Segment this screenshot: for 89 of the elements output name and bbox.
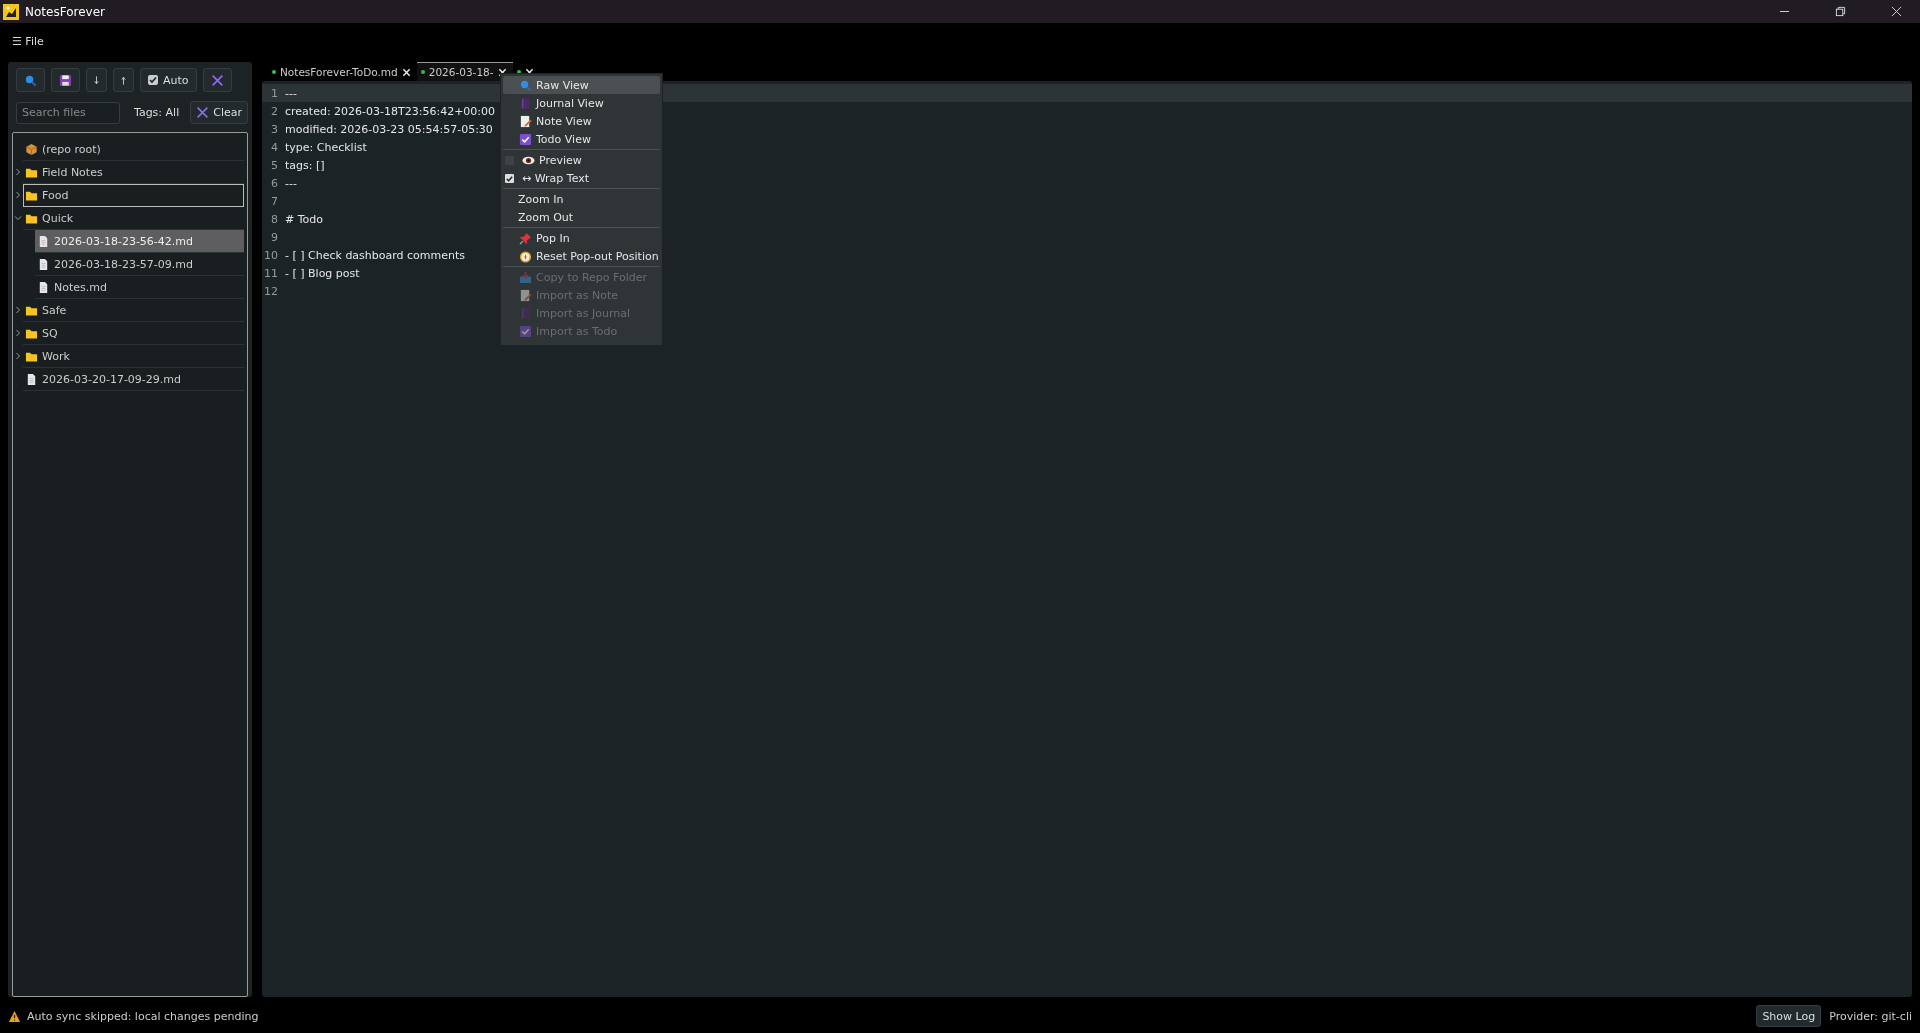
compass-icon [519, 249, 532, 263]
line-number: 6 [270, 176, 279, 190]
line-number: 11 [263, 266, 279, 280]
folder-item[interactable]: Work [23, 345, 244, 368]
document-icon [37, 234, 50, 248]
menu-item[interactable]: Zoom In [503, 190, 660, 208]
menu-item[interactable]: Todo View [503, 130, 660, 148]
folder-item[interactable]: SQ [23, 322, 244, 345]
file-item[interactable]: Notes.md [35, 276, 244, 299]
file-item[interactable]: 2026-03-18-23-57-09.md [35, 253, 244, 276]
status-dot-icon [420, 70, 425, 74]
menu-item[interactable]: Zoom Out [503, 208, 660, 226]
code-line: - [ ] Check dashboard comments [285, 248, 466, 262]
folder-item[interactable]: Food [23, 184, 244, 207]
app-logo-icon [3, 3, 19, 20]
chevron-down-icon[interactable] [14, 214, 22, 222]
search-field[interactable]: Search files [16, 101, 120, 124]
book-icon [519, 306, 532, 320]
pull-button[interactable] [86, 68, 107, 92]
search-icon [519, 78, 532, 92]
checkbox[interactable] [505, 173, 514, 183]
editor-tab[interactable]: NotesForever-ToDo.md [268, 62, 417, 81]
line-number: 7 [270, 194, 279, 208]
save-button[interactable] [51, 68, 80, 92]
code-line: --- [285, 86, 297, 100]
code-line: - [ ] Blog post [285, 266, 360, 280]
restore-icon[interactable] [1835, 6, 1846, 17]
arrow-down-icon [94, 75, 99, 85]
chevron-right-icon[interactable] [14, 191, 22, 199]
package-icon [25, 142, 38, 156]
push-button[interactable] [113, 68, 134, 92]
note-pencil-icon [519, 114, 532, 128]
menu-item[interactable]: Preview [503, 151, 660, 169]
repo-root-item[interactable]: (repo root) [23, 138, 244, 161]
code-line: tags: [] [285, 158, 325, 172]
menu-item[interactable]: Note View [503, 112, 660, 130]
status-dot-icon [272, 70, 276, 74]
line-number: 4 [270, 140, 279, 154]
arrow-up-icon [121, 75, 126, 85]
chevron-right-icon[interactable] [14, 306, 22, 314]
chevron-right-icon[interactable] [14, 329, 22, 337]
tags-filter[interactable]: Tags: All [134, 106, 180, 119]
line-number: 2 [270, 104, 279, 118]
warning-icon [8, 1009, 21, 1023]
checkbox[interactable] [148, 75, 158, 85]
menu-item[interactable]: Pop In [503, 229, 660, 247]
chevron-right-icon[interactable] [14, 352, 22, 360]
line-number: 10 [263, 248, 279, 262]
line-number: 3 [270, 122, 279, 136]
chevron-right-icon[interactable] [14, 168, 22, 176]
file-item[interactable]: 2026-03-18-23-56-42.md [35, 230, 244, 253]
book-icon [519, 96, 532, 110]
code-line: modified: 2026-03-23 05:54:57-05:30 [285, 122, 493, 136]
show-log-button[interactable]: Show Log [1756, 1005, 1822, 1027]
line-number: 12 [263, 284, 279, 298]
folder-item[interactable]: Safe [23, 299, 244, 322]
folder-item[interactable]: Field Notes [23, 161, 244, 184]
document-icon [37, 280, 50, 294]
search-icon [24, 73, 37, 87]
checkbox-icon [519, 324, 532, 338]
auto-sync-toggle[interactable]: Auto [140, 68, 197, 92]
editor-tab[interactable]: 2026-03-18- [416, 62, 513, 81]
code-line: type: Checklist [285, 140, 367, 154]
code-line: created: 2026-03-18T23:56:42+00:00 [285, 104, 496, 118]
close-button[interactable] [202, 68, 232, 92]
menu-item[interactable]: Reset Pop-out Position [503, 247, 660, 265]
document-icon [37, 257, 50, 271]
menu-item[interactable]: Raw View [503, 76, 660, 94]
code-line: --- [285, 176, 297, 190]
code-line: # Todo [285, 212, 323, 226]
menu-item[interactable]: ↔ Wrap Text [503, 169, 660, 187]
status-dot-icon [516, 70, 521, 74]
line-number: 1 [270, 86, 279, 100]
provider-label: Provider: git-cli [1829, 1009, 1912, 1023]
window-title: NotesForever [25, 4, 105, 19]
note-pencil-icon [519, 288, 532, 302]
file-item[interactable]: 2026-03-20-17-09-29.md [23, 368, 244, 391]
clear-button[interactable]: Clear [190, 101, 248, 124]
search-button[interactable] [16, 68, 45, 92]
inbox-tray-icon [519, 270, 532, 284]
menu-item[interactable]: Journal View [503, 94, 660, 112]
line-number: 5 [270, 158, 279, 172]
pushpin-icon [519, 231, 532, 245]
status-message: Auto sync skipped: local changes pending [27, 1009, 259, 1023]
line-number: 8 [270, 212, 279, 226]
file-menu[interactable]: ☰ File [12, 34, 44, 48]
document-icon [25, 372, 38, 386]
checkbox-icon [519, 132, 532, 146]
line-number: 9 [270, 230, 279, 244]
